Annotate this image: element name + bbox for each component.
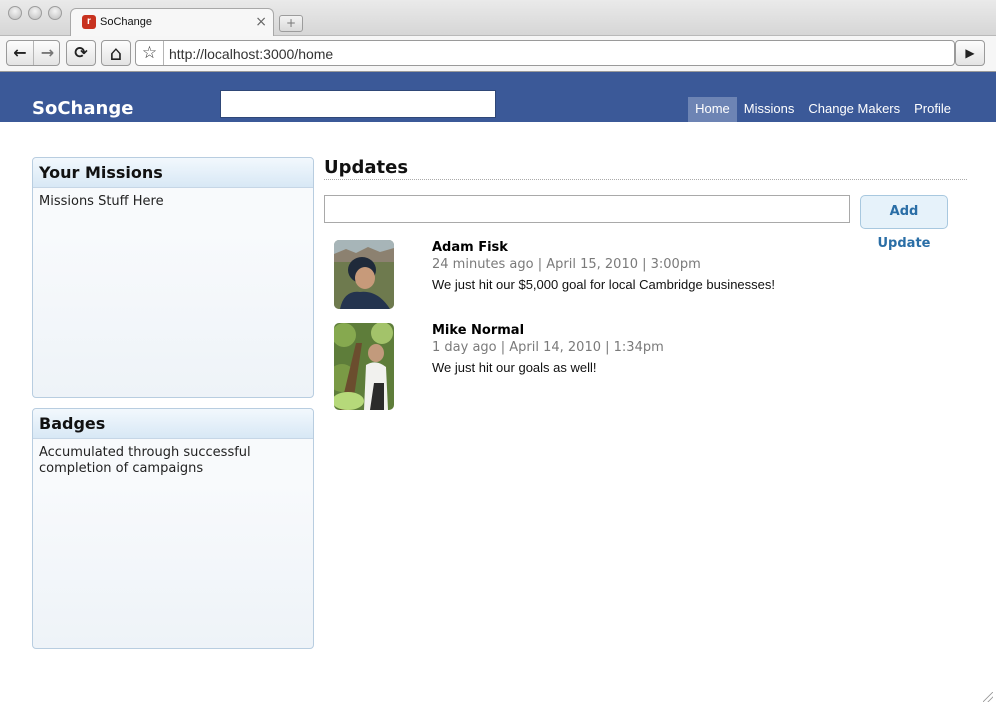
update-item: Adam Fisk 24 minutes ago | April 15, 201…: [334, 240, 954, 310]
panel-title: Badges: [33, 409, 313, 439]
go-button[interactable]: ▶: [955, 40, 985, 66]
panel-title: Your Missions: [33, 158, 313, 188]
add-update-button[interactable]: Add Update: [860, 195, 948, 251]
favicon-icon: r: [82, 15, 96, 29]
nav-home[interactable]: Home: [688, 97, 737, 122]
update-text: We just hit our $5,000 goal for local Ca…: [432, 277, 776, 292]
minimize-window-button[interactable]: [28, 6, 42, 20]
bookmark-star-icon[interactable]: ☆: [136, 41, 164, 65]
avatar[interactable]: [334, 240, 394, 309]
home-icon[interactable]: ⌂: [101, 40, 131, 66]
update-timestamp: 24 minutes ago | April 15, 2010 | 3:00pm: [432, 257, 701, 272]
nav-missions[interactable]: Missions: [737, 97, 802, 122]
zoom-window-button[interactable]: [48, 6, 62, 20]
forward-icon[interactable]: →: [34, 41, 61, 65]
avatar[interactable]: [334, 323, 394, 410]
search-input[interactable]: [220, 90, 496, 118]
address-bar[interactable]: ☆ http://localhost:3000/home: [135, 40, 955, 66]
browser-titlebar: r SoChange × +: [0, 0, 996, 37]
update-author[interactable]: Adam Fisk: [432, 240, 508, 255]
back-forward-group: ← →: [6, 40, 60, 66]
panel-body: Missions Stuff Here: [39, 194, 164, 209]
url-text[interactable]: http://localhost:3000/home: [169, 46, 333, 62]
avatar-photo-icon: [334, 323, 394, 410]
nav-change-makers[interactable]: Change Makers: [801, 97, 907, 122]
your-missions-panel: Your Missions Missions Stuff Here: [32, 157, 314, 398]
main-nav: Home Missions Change Makers Profile: [688, 97, 958, 122]
new-tab-button[interactable]: +: [279, 15, 303, 32]
close-window-button[interactable]: [8, 6, 22, 20]
close-tab-icon[interactable]: ×: [255, 14, 267, 30]
divider: [324, 179, 967, 180]
update-item: Mike Normal 1 day ago | April 14, 2010 |…: [334, 323, 954, 411]
browser-tab[interactable]: r SoChange ×: [70, 8, 274, 37]
updates-heading: Updates: [324, 157, 409, 178]
avatar-photo-icon: [334, 240, 394, 309]
badges-panel: Badges Accumulated through successful co…: [32, 408, 314, 649]
site-header: SoChange Home Missions Change Makers Pro…: [0, 72, 996, 122]
resize-grip-icon[interactable]: [983, 692, 993, 702]
back-icon[interactable]: ←: [7, 41, 34, 65]
update-timestamp: 1 day ago | April 14, 2010 | 1:34pm: [432, 340, 664, 355]
browser-toolbar: ← → ⟳ ⌂ ☆ http://localhost:3000/home ▶: [0, 36, 996, 72]
update-input[interactable]: [324, 195, 850, 223]
update-text: We just hit our goals as well!: [432, 360, 597, 375]
tab-title: SoChange: [100, 16, 152, 28]
update-author[interactable]: Mike Normal: [432, 323, 524, 338]
brand-logo[interactable]: SoChange: [32, 98, 133, 119]
reload-icon[interactable]: ⟳: [66, 40, 96, 66]
panel-body: Accumulated through successful completio…: [39, 445, 251, 476]
nav-profile[interactable]: Profile: [907, 97, 958, 122]
